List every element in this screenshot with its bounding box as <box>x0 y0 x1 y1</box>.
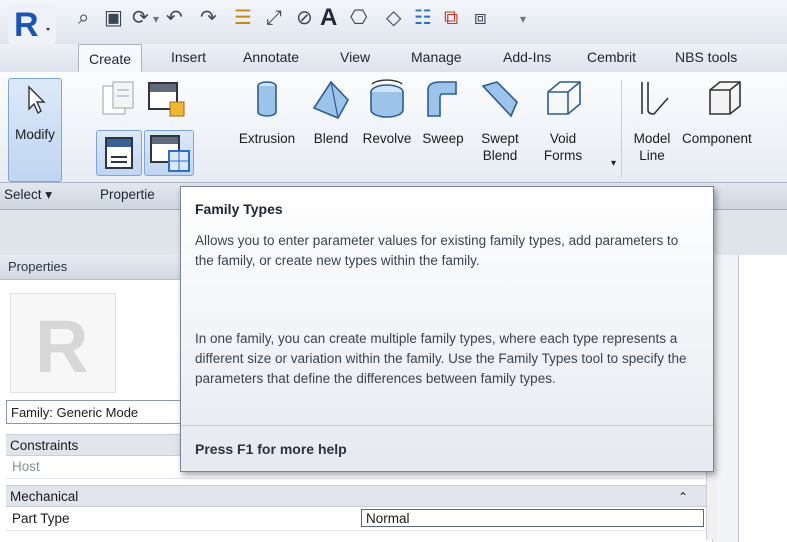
part-type-field[interactable]: Normal <box>361 509 704 527</box>
switch-windows-icon[interactable]: ⧈ <box>474 7 487 29</box>
modify-button[interactable]: Modify <box>8 78 62 182</box>
tag-icon[interactable]: ☷ <box>414 7 432 29</box>
modify-label: Modify <box>15 127 55 142</box>
family-types-tooltip: Family Types Allows you to enter paramet… <box>180 186 714 472</box>
properties-panel-label: Propertie <box>100 187 155 202</box>
blend-tool[interactable]: Blend <box>302 78 360 178</box>
sync-icon[interactable]: ⟳ <box>132 7 149 29</box>
model-line-label: Model <box>633 131 671 146</box>
property-name: Part Type <box>12 511 70 526</box>
close-windows-icon[interactable]: ⧉ <box>444 7 458 29</box>
tab-annotate[interactable]: Annotate <box>240 49 302 65</box>
void-forms-tool[interactable]: Void Forms <box>530 78 596 178</box>
category-mechanical[interactable]: Mechanical ⌃ <box>6 485 706 507</box>
void-forms-icon <box>547 81 581 115</box>
model-line-icon <box>641 82 669 115</box>
tooltip-divider <box>181 425 713 426</box>
category-label: Mechanical <box>10 489 79 504</box>
measure-icon[interactable]: ⤢ <box>266 7 282 29</box>
tooltip-description: Allows you to enter parameter values for… <box>195 233 679 268</box>
text-icon[interactable]: A <box>320 6 337 30</box>
component-tool[interactable]: Component <box>682 78 787 178</box>
void-forms-dropdown-icon[interactable]: ▾ <box>611 158 616 169</box>
sweep-label: Sweep <box>422 131 464 146</box>
collapse-icon[interactable]: ⌃ <box>678 486 688 508</box>
extrusion-icon <box>257 81 277 117</box>
undo-icon[interactable]: ↶ <box>166 7 183 29</box>
component-icon <box>709 81 741 115</box>
properties-title: Properties <box>8 259 68 274</box>
blend-icon <box>312 80 349 120</box>
select-panel-dropdown[interactable]: Select ▾ <box>4 187 52 203</box>
ribbon-separator <box>621 80 622 178</box>
swept-blend-label-2: Blend <box>482 148 518 163</box>
tooltip-title: Family Types <box>195 201 283 217</box>
revolve-label: Revolve <box>362 131 412 146</box>
dropdown-icon[interactable]: ▾ <box>153 12 165 26</box>
family-category-parameters-icon[interactable] <box>100 80 136 120</box>
open-folder-icon[interactable]: ⌕ <box>78 7 89 29</box>
thin-lines-icon[interactable]: ☰ <box>234 7 252 29</box>
tab-view[interactable]: View <box>337 49 373 65</box>
application-menu-button[interactable]: R <box>8 4 56 44</box>
model-line-tool[interactable]: Model Line <box>624 78 680 178</box>
tab-insert[interactable]: Insert <box>168 49 209 65</box>
tab-cembrit[interactable]: Cembrit <box>584 49 639 65</box>
tab-add-ins[interactable]: Add-Ins <box>500 49 554 65</box>
swept-blend-label: Swept <box>481 131 519 146</box>
customize-qat-icon[interactable]: ▾ <box>520 12 532 26</box>
svg-text:R: R <box>35 305 88 388</box>
sweep-tool[interactable]: Sweep <box>414 78 472 178</box>
component-label: Component <box>682 131 752 146</box>
revolve-icon <box>370 79 404 118</box>
extrusion-tool[interactable]: Extrusion <box>222 78 312 178</box>
model-line-label-2: Line <box>639 148 665 163</box>
tab-manage[interactable]: Manage <box>408 49 465 65</box>
property-row-part-type: Part Type Normal <box>6 508 706 531</box>
svg-text:R: R <box>14 6 39 44</box>
tab-create[interactable]: Create <box>78 44 143 73</box>
type-preview-image: R <box>10 293 116 393</box>
swept-blend-icon <box>481 81 518 118</box>
drawing-area[interactable] <box>738 255 787 542</box>
3d-view-icon[interactable]: ⎔ <box>350 7 367 29</box>
save-icon[interactable]: ▣ <box>104 7 123 29</box>
blend-label: Blend <box>313 131 349 146</box>
property-name: Host <box>12 459 40 474</box>
section-icon[interactable]: ◇ <box>386 7 401 29</box>
family-category-button[interactable] <box>96 130 142 176</box>
extrusion-label: Extrusion <box>238 131 296 146</box>
redo-icon[interactable]: ↷ <box>200 7 217 29</box>
tooltip-help-text: Press F1 for more help <box>195 441 347 457</box>
swept-blend-tool[interactable]: Swept Blend <box>472 78 528 178</box>
tooltip-detail: In one family, you can create multiple f… <box>195 331 687 386</box>
tab-nbs-tools[interactable]: NBS tools <box>672 49 740 65</box>
family-editor-settings-icon[interactable] <box>146 80 186 120</box>
sweep-icon <box>427 81 457 117</box>
dimension-icon[interactable]: ⊘ <box>296 7 313 29</box>
family-types-button[interactable] <box>144 130 194 176</box>
void-forms-label: Void <box>549 131 577 146</box>
void-forms-label-2: Forms <box>543 148 583 163</box>
revolve-tool[interactable]: Revolve <box>358 78 416 178</box>
